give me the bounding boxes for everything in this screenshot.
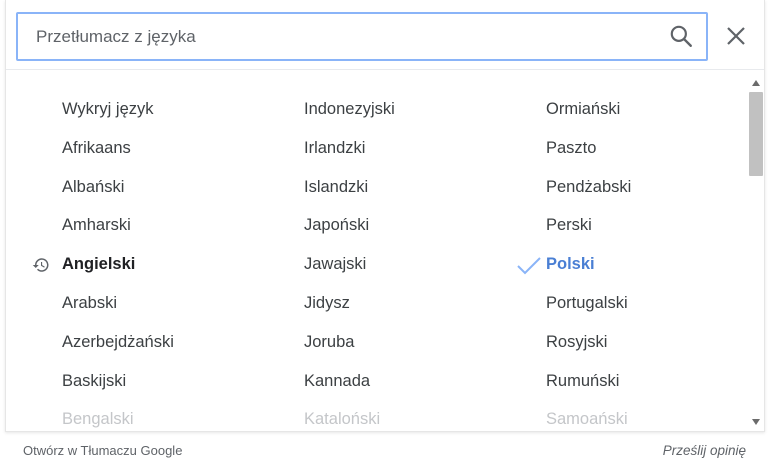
language-item[interactable]: Wykryj język [6, 90, 248, 129]
language-item[interactable]: Polski [490, 245, 732, 284]
language-label: Perski [546, 216, 592, 235]
language-label: Islandzki [304, 177, 369, 196]
language-label: Amharski [62, 216, 131, 235]
language-item[interactable]: Baskijski [6, 362, 248, 401]
scrollbar[interactable] [747, 70, 765, 432]
language-list: Wykryj język Afrikaans Albański Amharski Ang… [6, 70, 746, 432]
language-label: Baskijski [62, 371, 127, 390]
check-icon [517, 257, 541, 275]
language-item[interactable]: Paszto [490, 129, 732, 168]
language-item[interactable]: Rosyjski [490, 323, 732, 362]
language-label: Kannada [304, 371, 371, 390]
language-label: Portugalski [546, 293, 628, 312]
language-item[interactable]: Irlandzki [248, 129, 490, 168]
language-column: Wykryj język Afrikaans Albański Amharski Ang… [6, 90, 248, 432]
search-box[interactable] [16, 12, 708, 61]
language-label: Arabski [62, 293, 118, 312]
language-label: Bengalski [62, 410, 134, 429]
language-item[interactable]: Jidysz [248, 284, 490, 323]
footer: Otwórz w Tłumaczu Google Prześlij opinię [0, 432, 768, 465]
history-icon [32, 258, 49, 272]
language-label: Wykryj język [62, 100, 154, 118]
language-item[interactable]: Islandzki [248, 168, 490, 207]
search-icon[interactable] [668, 23, 694, 49]
language-column: Indonezyjski Irlandzki Islandzki Japoński Ja… [248, 90, 490, 432]
language-label: Joruba [304, 332, 355, 351]
language-label: Rumuński [546, 371, 620, 390]
language-label: Polski [546, 255, 595, 274]
language-item[interactable]: Samoański [490, 400, 732, 432]
language-item[interactable]: Indonezyjski [248, 90, 490, 129]
language-label: Japoński [304, 216, 370, 235]
language-item[interactable]: Azerbejdżański [6, 323, 248, 362]
language-item[interactable]: Amharski [6, 206, 248, 245]
language-item[interactable]: Japoński [248, 206, 490, 245]
language-item[interactable]: Albański [6, 168, 248, 207]
scroll-thumb[interactable] [749, 92, 763, 176]
scroll-down-arrow-icon[interactable] [752, 419, 760, 425]
language-item[interactable]: Portugalski [490, 284, 732, 323]
language-item[interactable]: Pendżabski [490, 168, 732, 207]
language-label: Azerbejdżański [62, 332, 174, 351]
open-in-translate-link[interactable]: Otwórz w Tłumaczu Google [23, 443, 182, 458]
language-label: Angielski [62, 255, 136, 274]
language-item[interactable]: Jawajski [248, 245, 490, 284]
language-label: Irlandzki [304, 138, 366, 157]
language-item[interactable]: Kataloński [248, 400, 490, 432]
language-item[interactable]: Bengalski [6, 400, 248, 432]
language-label: Ormiański [546, 100, 621, 118]
search-row [6, 0, 764, 70]
language-picker-panel: Wykryj język Afrikaans Albański Amharski Ang… [5, 0, 765, 432]
search-input[interactable] [36, 14, 656, 59]
language-item[interactable]: Kannada [248, 362, 490, 401]
language-label: Afrikaans [62, 138, 131, 157]
close-icon[interactable] [724, 24, 748, 48]
language-item[interactable]: Angielski [6, 245, 248, 284]
language-item[interactable]: Arabski [6, 284, 248, 323]
language-item[interactable]: Ormiański [490, 90, 732, 129]
language-item[interactable]: Joruba [248, 323, 490, 362]
language-label: Samoański [546, 410, 628, 429]
language-label: Paszto [546, 138, 597, 157]
language-label: Jidysz [304, 293, 350, 312]
language-label: Jawajski [304, 255, 367, 274]
language-label: Pendżabski [546, 177, 632, 196]
language-label: Rosyjski [546, 332, 608, 351]
language-column: Ormiański Paszto Pendżabski Perski Polski Por… [490, 90, 732, 432]
language-label: Kataloński [304, 410, 381, 429]
scroll-up-arrow-icon[interactable] [752, 80, 760, 86]
language-item[interactable]: Afrikaans [6, 129, 248, 168]
language-item[interactable]: Perski [490, 206, 732, 245]
language-item[interactable]: Rumuński [490, 362, 732, 401]
language-label: Albański [62, 177, 125, 196]
language-label: Indonezyjski [304, 100, 395, 118]
send-feedback-link[interactable]: Prześlij opinię [663, 443, 746, 458]
